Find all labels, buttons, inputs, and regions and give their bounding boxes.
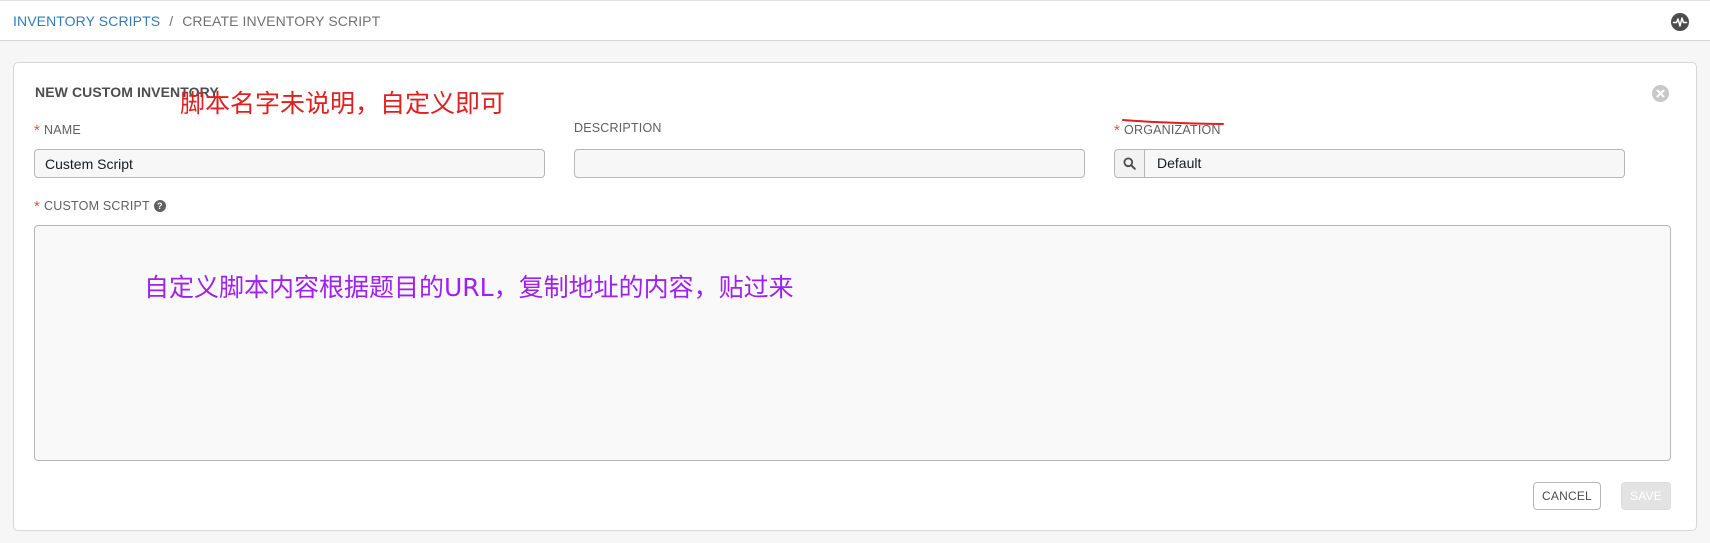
breadcrumb-inventory-scripts-link[interactable]: INVENTORY SCRIPTS [13, 13, 160, 29]
name-input-value: Custem Script [45, 155, 133, 172]
organization-annotation-underline [1122, 119, 1224, 125]
top-bar: INVENTORY SCRIPTS / CREATE INVENTORY SCRIP… [0, 0, 1710, 41]
organization-required-mark: * [1114, 122, 1121, 139]
name-annotation: 脚本名字未说明，自定义即可 [180, 89, 506, 118]
question-circle-icon[interactable]: ? [153, 200, 166, 212]
search-icon [1123, 157, 1136, 170]
name-required-mark: * [34, 122, 41, 139]
activity-stream-icon[interactable] [1671, 13, 1689, 31]
description-input[interactable] [574, 149, 1085, 178]
breadcrumb: INVENTORY SCRIPTS / CREATE INVENTORY SCRIP… [13, 13, 380, 29]
breadcrumb-current: CREATE INVENTORY SCRIPT [182, 13, 381, 29]
custom-script-editor[interactable] [34, 225, 1671, 461]
custom-script-label: * CUSTOM SCRIPT? [34, 197, 166, 215]
organization-search-button[interactable] [1115, 150, 1145, 177]
organization-lookup: Default [1114, 149, 1625, 178]
organization-input[interactable]: Default [1145, 150, 1201, 177]
name-label-text: NAME [44, 123, 81, 137]
close-icon[interactable] [1652, 85, 1669, 102]
description-label: DESCRIPTION [574, 121, 662, 135]
breadcrumb-separator: / [169, 13, 174, 29]
save-button[interactable]: SAVE [1621, 482, 1671, 510]
cancel-button[interactable]: CANCEL [1533, 482, 1601, 510]
custom-script-label-text: CUSTOM SCRIPT [44, 199, 150, 213]
custom-script-required-mark: * [34, 198, 41, 215]
script-annotation: 自定义脚本内容根据题目的URL，复制地址的内容，贴过来 [144, 273, 794, 302]
name-input[interactable]: Custem Script [34, 149, 545, 178]
name-label: * NAME [34, 121, 81, 139]
